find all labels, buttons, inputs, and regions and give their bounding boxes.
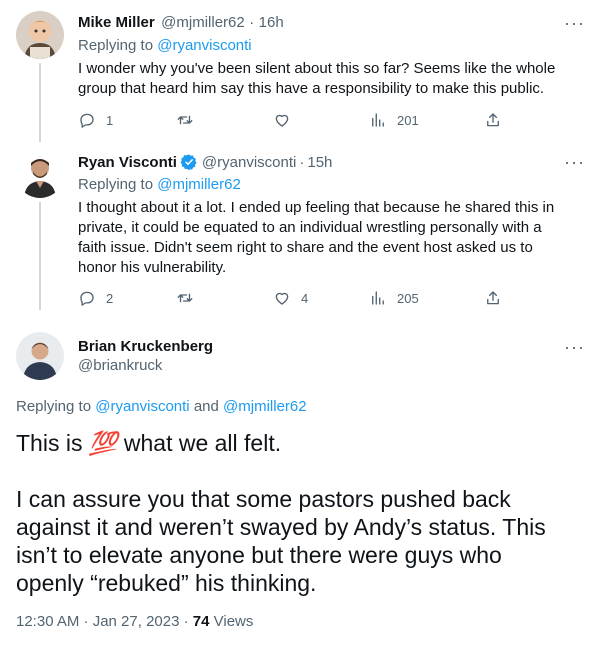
author-name[interactable]: Ryan Visconti — [78, 154, 177, 171]
tweet-text: I thought about it a lot. I ended up fee… — [78, 198, 554, 278]
hundred-points-emoji-icon: 💯 — [88, 430, 118, 456]
separator-dot: · — [249, 14, 255, 31]
main-tweet-line: I can assure you that some pastors pushe… — [16, 486, 511, 512]
main-tweet-line: against it and weren’t swayed by Andy’s … — [16, 514, 546, 540]
tweet-text-line: faith issue. Didn't seem right to share … — [78, 239, 533, 256]
like-button[interactable]: 4 — [273, 289, 308, 307]
views-count: 205 — [397, 290, 419, 306]
views-icon — [372, 113, 384, 127]
retweet-button[interactable] — [176, 289, 204, 307]
retweet-button[interactable] — [176, 111, 204, 129]
share-button[interactable] — [484, 289, 502, 307]
views-count: 201 — [397, 112, 419, 128]
replying-to-link[interactable]: @mjmiller62 — [157, 176, 241, 193]
avatar-mike-miller[interactable] — [16, 11, 64, 59]
author-name[interactable]: Mike Miller — [78, 14, 155, 31]
like-button[interactable] — [273, 111, 301, 129]
main-text-before: This is — [16, 430, 89, 456]
more-options-button[interactable]: ··· — [564, 153, 585, 171]
reply-button[interactable]: 1 — [78, 111, 113, 129]
timestamp-text[interactable]: 12:30 AM · Jan 27, 2023 · — [16, 613, 193, 630]
like-count: 4 — [301, 290, 309, 306]
thread-line — [39, 63, 41, 142]
main-tweet-paragraph: I can assure you that some pastors pushe… — [16, 485, 546, 597]
tweet-text-line: group that heard him say this have a res… — [78, 80, 545, 97]
reply-icon — [80, 291, 94, 306]
replying-to-prefix: Replying to — [16, 398, 96, 415]
replying-to-prefix: Replying to — [78, 176, 158, 193]
replying-and: and — [189, 398, 224, 415]
retweet-icon — [177, 293, 193, 303]
author-handle[interactable]: @ryanvisconti — [202, 154, 296, 171]
author-handle[interactable]: @briankruck — [78, 357, 162, 374]
main-tweet-line: isn’t to elevate anyone but there were g… — [16, 542, 502, 568]
tweet-header: Mike Miller @mjmiller62 · 16h — [78, 14, 284, 32]
replying-to-link[interactable]: @mjmiller62 — [223, 398, 307, 415]
tweet-text: I wonder why you've been silent about th… — [78, 59, 555, 99]
tweet-text-line: honor his vulnerability. — [78, 259, 227, 276]
avatar-brian-kruckenberg[interactable] — [16, 332, 64, 380]
author-name[interactable]: Brian Kruckenberg — [78, 338, 213, 355]
main-tweet-line: openly “rebuked” his thinking. — [16, 570, 317, 596]
share-icon — [487, 113, 499, 127]
reply-icon — [80, 113, 94, 128]
tweet-timestamp: 12:30 AM · Jan 27, 2023 · 74 Views — [16, 613, 253, 630]
more-options-button[interactable]: ··· — [564, 14, 585, 32]
avatar-ryan-visconti[interactable] — [16, 150, 64, 198]
heart-icon — [275, 292, 289, 305]
replying-to-prefix: Replying to — [78, 37, 158, 54]
verified-badge-icon — [180, 153, 198, 171]
thread-line — [39, 202, 41, 310]
replying-to: Replying to @ryanvisconti and @mjmiller6… — [16, 398, 307, 415]
reply-count: 2 — [106, 290, 114, 306]
views-label: Views — [209, 613, 254, 630]
views-button[interactable]: 205 — [369, 289, 419, 307]
tweet-text-line: I wonder why you've been silent about th… — [78, 60, 556, 77]
replying-to-link[interactable]: @ryanvisconti — [95, 398, 189, 415]
replying-to: Replying to @ryanvisconti — [78, 37, 252, 54]
views-count: 74 — [192, 613, 210, 630]
retweet-icon — [177, 115, 193, 125]
more-options-button[interactable]: ··· — [564, 338, 585, 356]
tweet-header: Ryan Visconti @ryanvisconti · 15h — [78, 153, 332, 171]
views-button[interactable]: 201 — [369, 111, 419, 129]
reply-count: 1 — [106, 112, 114, 128]
heart-icon — [275, 114, 289, 127]
main-tweet-first-line: This is 💯 what we all felt. — [16, 429, 281, 457]
share-button[interactable] — [484, 111, 502, 129]
share-icon — [487, 291, 499, 305]
separator-dot: · — [299, 153, 305, 171]
reply-button[interactable]: 2 — [78, 289, 113, 307]
main-text-after: what we all felt. — [117, 430, 282, 456]
tweet-time[interactable]: 16h — [259, 14, 284, 31]
replying-to: Replying to @mjmiller62 — [78, 176, 241, 193]
author-handle[interactable]: @mjmiller62 — [161, 14, 245, 31]
views-icon — [372, 291, 384, 305]
replying-to-link[interactable]: @ryanvisconti — [157, 37, 251, 54]
tweet-text-line: I thought about it a lot. I ended up fee… — [78, 199, 555, 216]
tweet-time[interactable]: 15h — [307, 154, 332, 171]
tweet-text-line: private, it could be equated to an indiv… — [78, 219, 542, 236]
